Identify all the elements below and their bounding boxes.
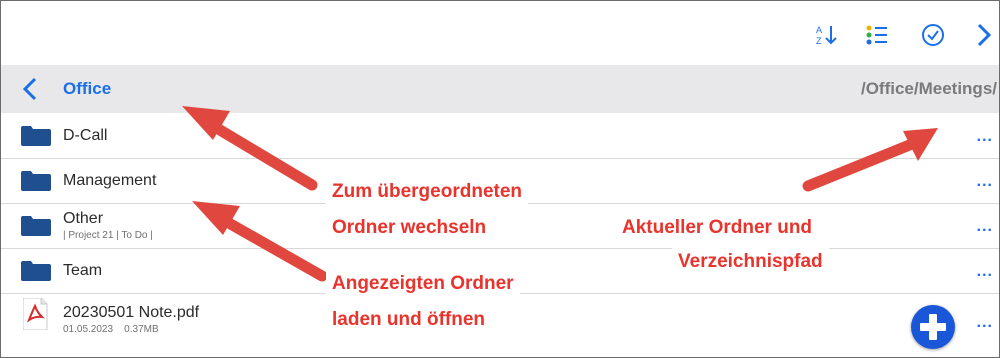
add-button[interactable] [911, 305, 955, 349]
toolbar: A Z [1, 1, 999, 65]
more-options-icon[interactable]: ... [977, 173, 993, 191]
row-title: D-Call [63, 127, 108, 144]
callout-current-line2: Verzeichnispfad [672, 246, 829, 278]
svg-text:A: A [816, 25, 822, 35]
list-item-pdf[interactable]: 20230501 Note.pdf 01.05.2023 0.37MB ... [1, 294, 999, 357]
chevron-left-icon[interactable] [19, 77, 43, 101]
more-options-icon[interactable]: ... [977, 128, 993, 146]
list-icon[interactable] [863, 21, 891, 49]
row-title: Team [63, 262, 103, 279]
svg-text:Z: Z [816, 36, 822, 46]
row-title: Management [63, 172, 157, 189]
callout-open-line1: Angezeigten Ordner [326, 268, 520, 300]
more-options-icon[interactable]: ... [977, 314, 993, 332]
folder-icon [21, 216, 51, 236]
folder-icon [21, 171, 51, 191]
current-folder-title[interactable]: Office [63, 79, 111, 99]
folder-icon [21, 261, 51, 281]
list-item-other[interactable]: Other | Project 21 | To Do | ... [1, 204, 999, 249]
file-meta: 01.05.2023 0.37MB [63, 324, 159, 335]
forward-chevron-icon[interactable] [969, 21, 997, 49]
row-tags: | Project 21 | To Do | [63, 230, 153, 241]
row-title: Other [63, 210, 104, 227]
row-title: 20230501 Note.pdf [63, 304, 200, 321]
callout-parent-line2: Ordner wechseln [326, 212, 493, 244]
sort-az-icon[interactable]: A Z [813, 21, 841, 49]
directory-path: /Office/Meetings/ [860, 79, 997, 98]
plus-icon [920, 314, 946, 340]
more-options-icon[interactable]: ... [977, 218, 993, 236]
select-check-icon[interactable] [919, 21, 947, 49]
callout-parent-line1: Zum übergeordneten [326, 176, 529, 208]
callout-open-line2: laden und öffnen [326, 304, 492, 336]
list-item-d-call[interactable]: D-Call ... [1, 114, 999, 159]
path-bar: Office /Office/Meetings/ [1, 65, 999, 113]
pdf-file-icon [23, 298, 48, 330]
callout-current-line1: Aktueller Ordner und [616, 212, 819, 244]
more-options-icon[interactable]: ... [977, 263, 993, 281]
folder-icon [21, 126, 51, 146]
